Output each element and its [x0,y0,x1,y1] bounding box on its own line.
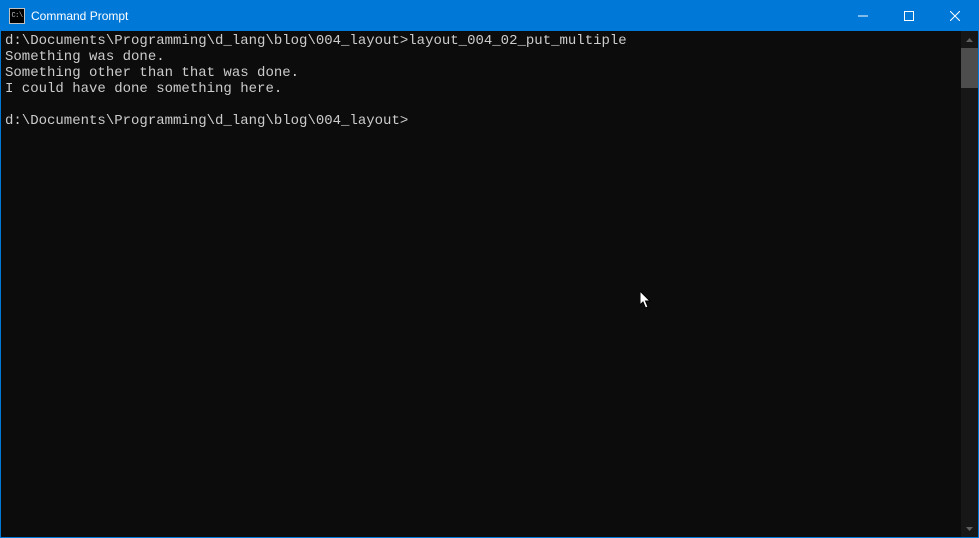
close-button[interactable] [932,1,978,31]
scroll-down-button[interactable] [961,520,978,537]
command-prompt-window: C:\ Command Prompt d:\ [0,0,979,538]
titlebar-left: C:\ Command Prompt [1,8,128,24]
maximize-icon [904,11,914,21]
vertical-scrollbar[interactable] [961,31,978,537]
titlebar-controls [840,1,978,31]
command-prompt-icon: C:\ [9,8,25,24]
minimize-button[interactable] [840,1,886,31]
scroll-track[interactable] [961,48,978,520]
titlebar[interactable]: C:\ Command Prompt [1,1,978,31]
chevron-up-icon [966,38,973,42]
terminal-line: Something other than that was done. [5,65,961,81]
client-area: d:\Documents\Programming\d_lang\blog\004… [1,31,978,537]
terminal-line: I could have done something here. [5,81,961,97]
close-icon [950,11,960,21]
maximize-button[interactable] [886,1,932,31]
chevron-down-icon [966,527,973,531]
minimize-icon [858,11,868,21]
scroll-thumb[interactable] [961,48,978,88]
scroll-up-button[interactable] [961,31,978,48]
window-title: Command Prompt [31,9,128,23]
terminal-line: d:\Documents\Programming\d_lang\blog\004… [5,113,961,129]
terminal-line: d:\Documents\Programming\d_lang\blog\004… [5,33,961,49]
terminal-line: Something was done. [5,49,961,65]
terminal-line [5,97,961,113]
terminal-output[interactable]: d:\Documents\Programming\d_lang\blog\004… [1,31,961,537]
